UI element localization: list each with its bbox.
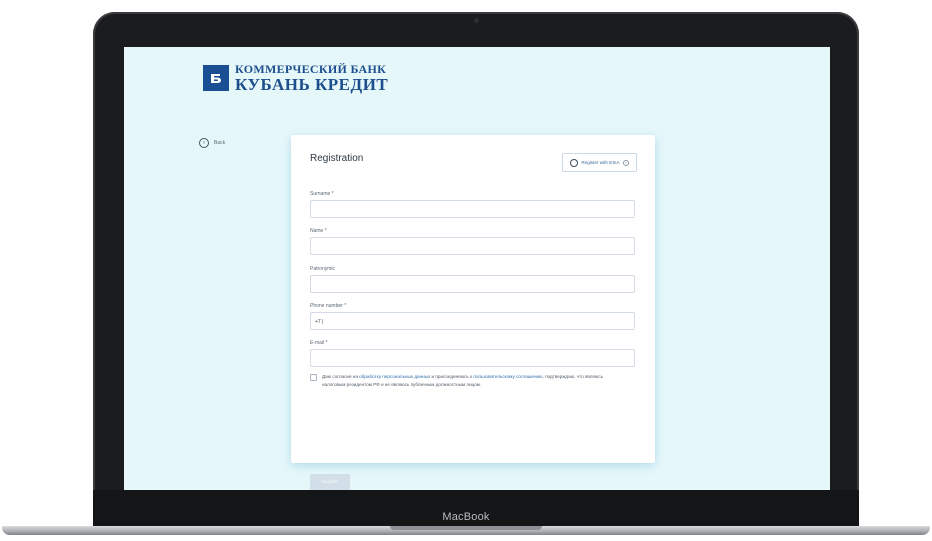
name-field[interactable] [310, 237, 635, 255]
personal-data-link[interactable]: обработку персональных данных [359, 374, 430, 379]
laptop-notch [390, 526, 542, 530]
patronymic-field[interactable] [310, 275, 635, 293]
bank-logo-icon [203, 65, 229, 91]
surname-label: Surname * [310, 191, 334, 197]
patronymic-label: Patronymic [310, 266, 336, 272]
camera-icon [474, 18, 479, 23]
consent-row: Даю согласие на обработку персональных д… [310, 373, 622, 389]
bank-logo-text: КОММЕРЧЕСКИЙ БАНК КУБАНЬ КРЕДИТ [235, 63, 388, 93]
email-field[interactable] [310, 349, 635, 367]
bank-logo[interactable]: КОММЕРЧЕСКИЙ БАНК КУБАНЬ КРЕДИТ [203, 63, 388, 93]
register-button[interactable]: Register [310, 474, 350, 490]
esia-button-label: Register with ESIA [581, 160, 620, 165]
help-icon[interactable]: ? [622, 159, 629, 166]
register-with-esia-button[interactable]: Register with ESIA ? [562, 153, 637, 172]
consent-text-part2: и присоединяюсь к [430, 374, 474, 379]
consent-text: Даю согласие на обработку персональных д… [322, 373, 622, 389]
bank-logo-line1: КОММЕРЧЕСКИЙ БАНК [235, 62, 387, 76]
registration-card: Registration Register with ESIA ? Surnam… [291, 135, 655, 490]
email-label: E-mail * [310, 340, 328, 346]
consent-checkbox[interactable] [310, 374, 317, 381]
phone-field[interactable]: +7 | [310, 312, 635, 330]
back-button[interactable]: ‹ Back [199, 138, 225, 148]
esia-icon [570, 158, 579, 167]
user-agreement-link[interactable]: пользовательскому соглашению [473, 374, 542, 379]
page-title: Registration [310, 153, 364, 164]
screen: КОММЕРЧЕСКИЙ БАНК КУБАНЬ КРЕДИТ ‹ Back R… [124, 47, 830, 490]
back-label: Back [214, 140, 226, 146]
bank-logo-line2: КУБАНЬ КРЕДИТ [235, 75, 389, 94]
device-brand: MacBook [442, 511, 490, 523]
chevron-left-icon: ‹ [199, 138, 209, 148]
surname-field[interactable] [310, 200, 635, 218]
name-label: Name * [310, 228, 327, 234]
phone-label: Phone number * [310, 303, 347, 309]
consent-text-part1: Даю согласие на [322, 374, 360, 379]
